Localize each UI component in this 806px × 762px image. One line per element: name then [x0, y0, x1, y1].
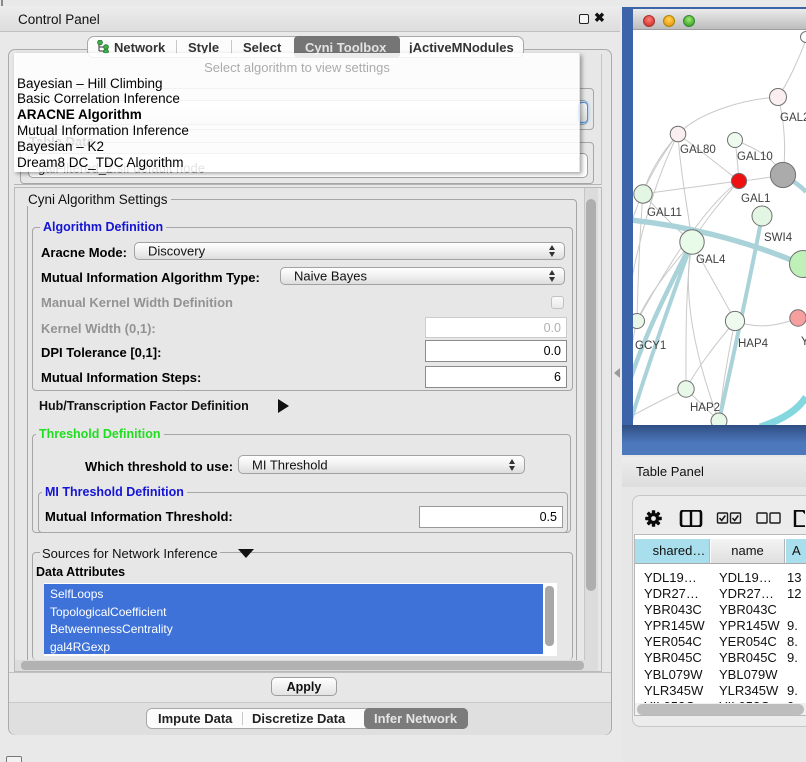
svg-text:SWI4: SWI4	[764, 232, 793, 244]
svg-text:GAL10: GAL10	[737, 151, 773, 163]
svg-text:GAL11: GAL11	[647, 207, 682, 219]
svg-text:HAP4: HAP4	[738, 338, 769, 350]
svg-text:GAL4: GAL4	[696, 254, 726, 266]
svg-text:HAP2: HAP2	[690, 402, 720, 414]
svg-text:GAL1: GAL1	[741, 193, 770, 205]
svg-text:GAL2: GAL2	[780, 112, 806, 124]
svg-text:GAL80: GAL80	[680, 144, 716, 156]
svg-text:GCY1: GCY1	[635, 340, 666, 352]
svg-text:Y: Y	[801, 336, 806, 348]
